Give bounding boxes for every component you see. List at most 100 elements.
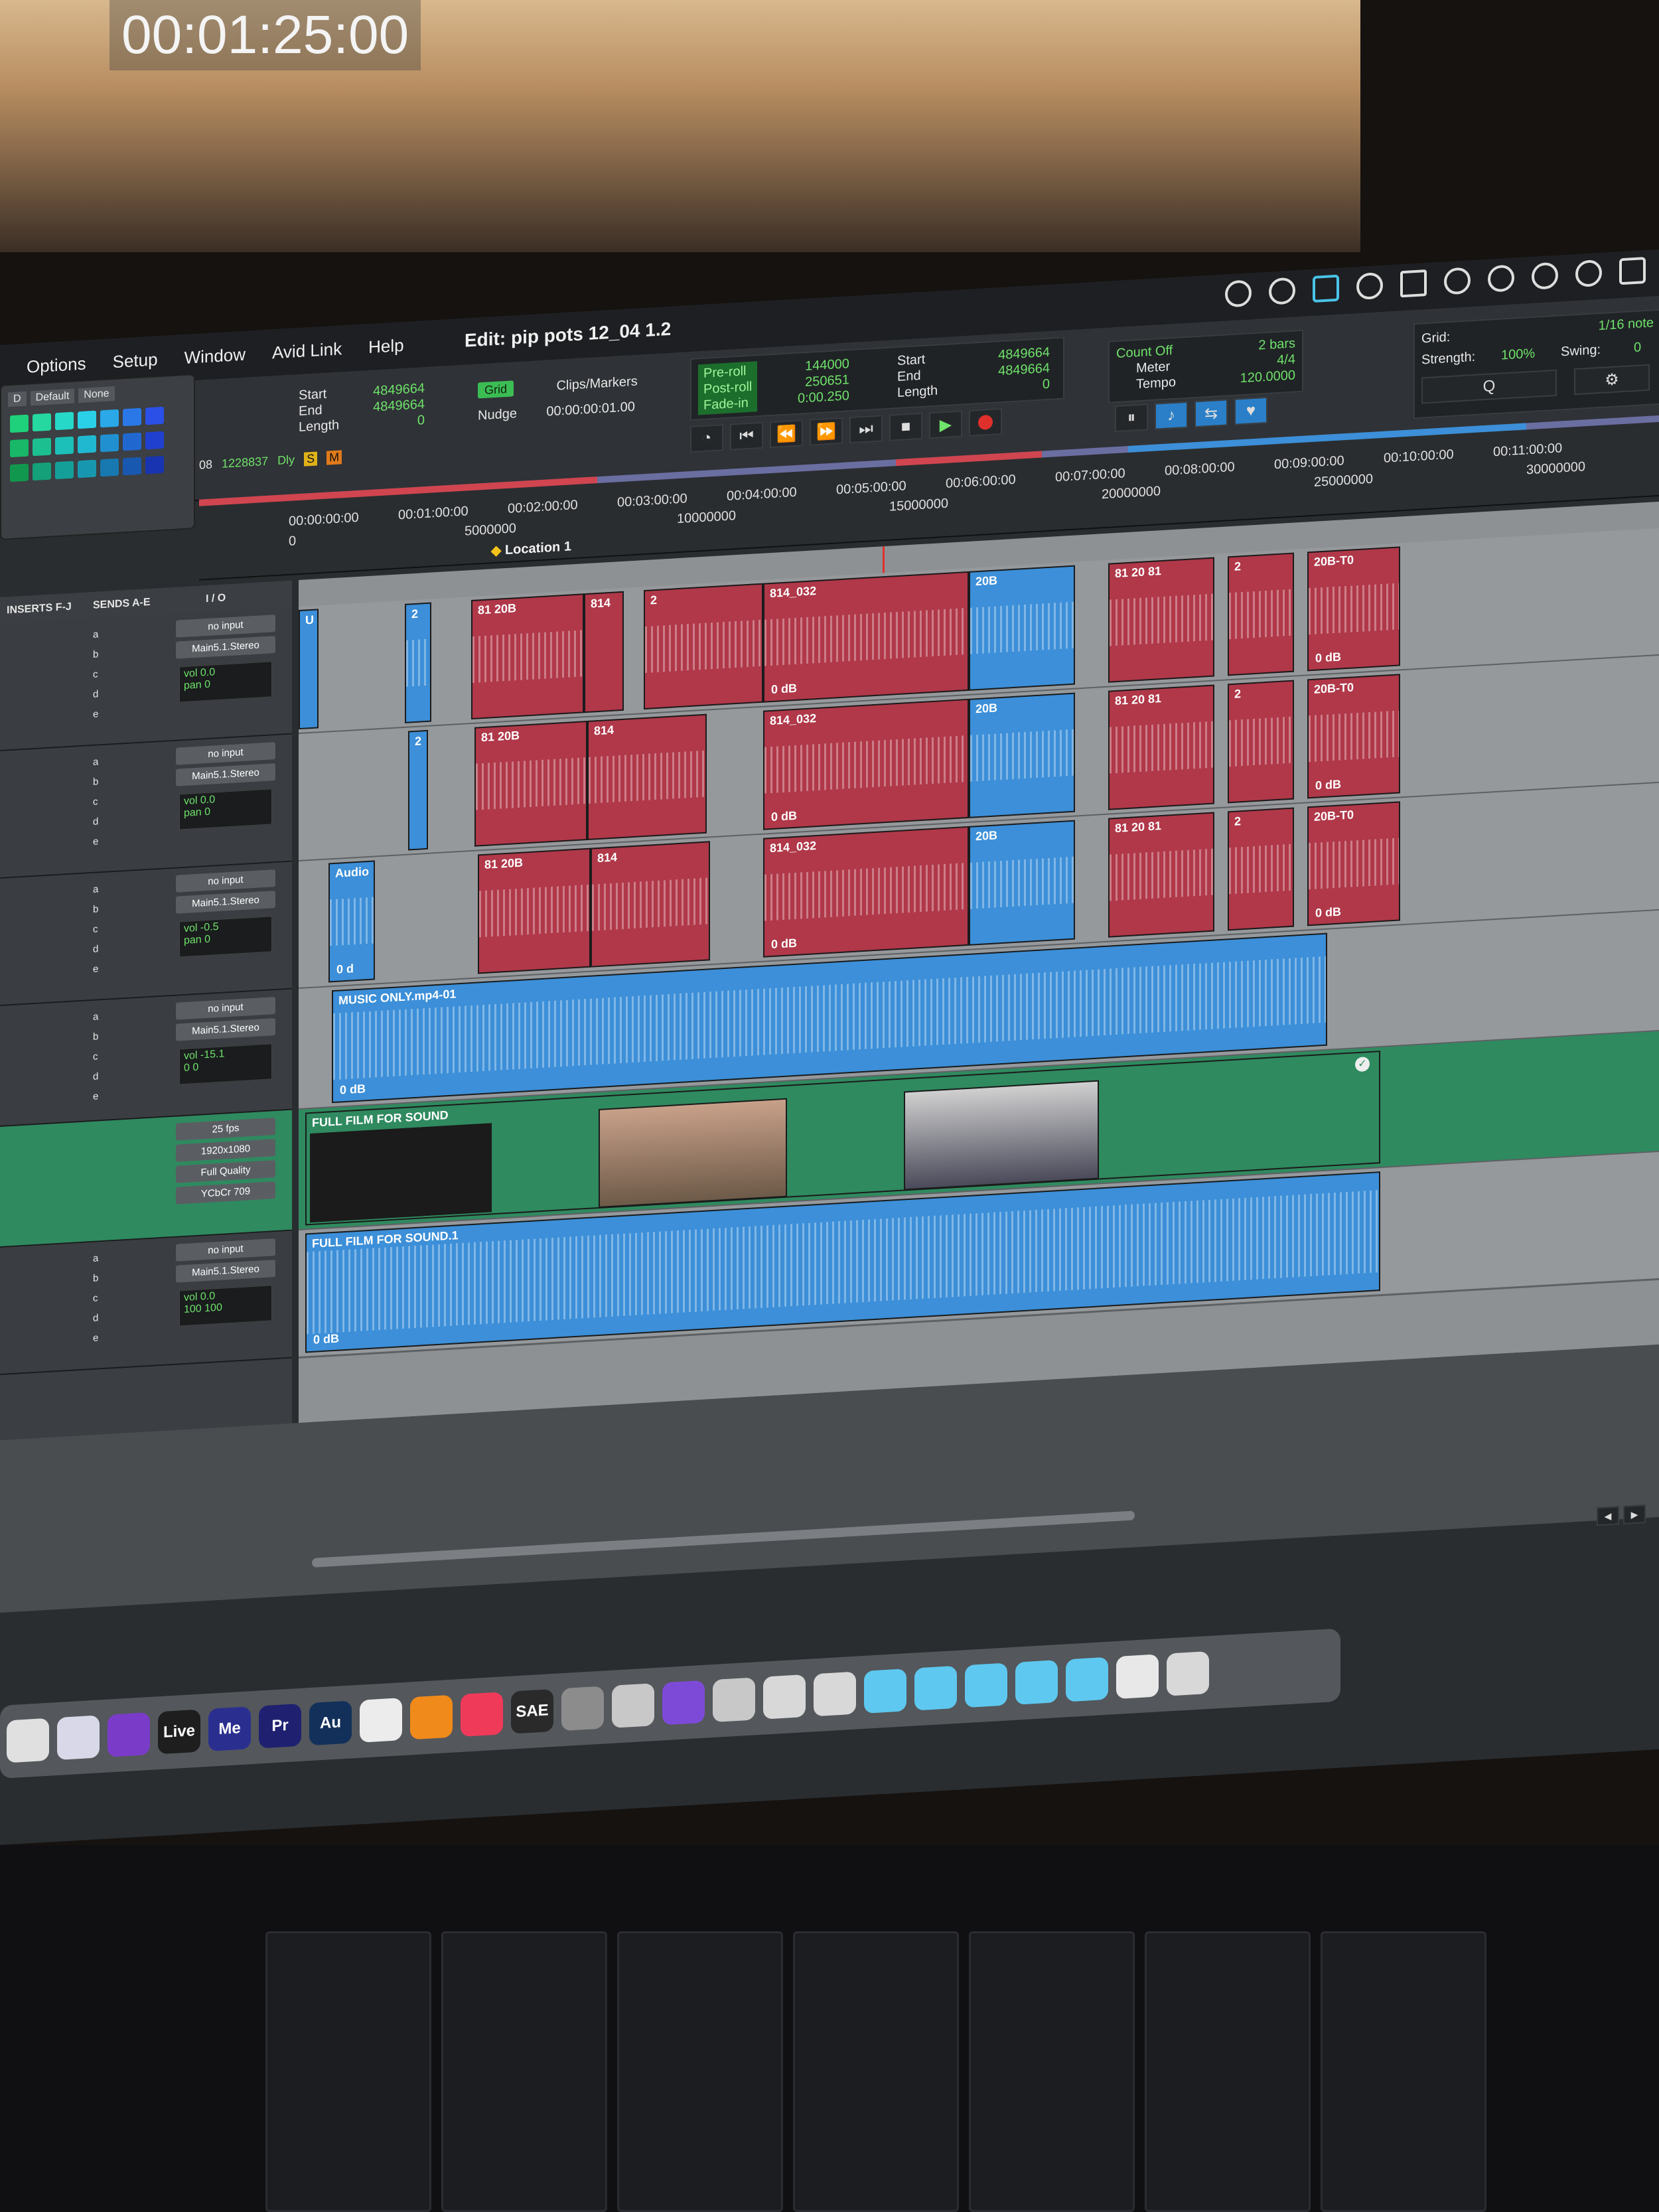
length-value[interactable]: 0: [417, 412, 425, 429]
pen-icon[interactable]: [1356, 271, 1383, 301]
palette-d-button[interactable]: D: [8, 391, 27, 407]
input-selector[interactable]: no input: [176, 997, 275, 1020]
vol-value[interactable]: 0.0: [200, 1290, 215, 1302]
online-icon[interactable]: ◔: [690, 424, 723, 453]
color-swatch[interactable]: [123, 432, 141, 451]
trash-icon[interactable]: [1167, 1651, 1209, 1696]
audio-clip[interactable]: 20B-T0 0 dB: [1307, 674, 1400, 799]
menu-setup[interactable]: Setup: [113, 349, 158, 372]
playhead-cursor[interactable]: [883, 546, 885, 573]
ua-console-icon[interactable]: [713, 1677, 755, 1723]
palette-none-button[interactable]: None: [78, 386, 115, 404]
purple-app-icon[interactable]: [662, 1680, 705, 1726]
vol-value[interactable]: 0.0: [200, 666, 215, 678]
frame-rate-selector[interactable]: 25 fps: [176, 1118, 275, 1141]
color-swatch[interactable]: [10, 439, 29, 458]
send-slot[interactable]: a: [93, 625, 98, 644]
screen-mirror-icon[interactable]: [1400, 269, 1427, 298]
metronome-icon[interactable]: ♪: [1155, 401, 1188, 430]
input-selector[interactable]: no input: [176, 615, 275, 638]
send-slot[interactable]: e: [93, 1086, 98, 1106]
audio-clip[interactable]: Audio 0 d: [328, 860, 375, 983]
menu-options[interactable]: Options: [27, 353, 86, 377]
send-slot[interactable]: a: [93, 1248, 98, 1268]
output-selector[interactable]: Main5.1.Stereo: [176, 636, 275, 659]
send-slot[interactable]: e: [93, 704, 98, 724]
color-swatch[interactable]: [100, 409, 119, 428]
transport-length-value[interactable]: 0: [983, 376, 1050, 396]
color-swatch[interactable]: [78, 459, 96, 479]
send-slot[interactable]: b: [93, 899, 98, 919]
input-selector[interactable]: no input: [176, 742, 275, 765]
tempo-value[interactable]: 120.0000: [1240, 367, 1295, 386]
launchpad-icon[interactable]: [57, 1715, 100, 1761]
palette-default-button[interactable]: Default: [30, 388, 75, 406]
wait-for-note-icon[interactable]: ⏸: [1115, 404, 1148, 433]
strength-value[interactable]: 100%: [1501, 346, 1535, 364]
audio-clip[interactable]: 20B-T0 0 dB: [1307, 801, 1400, 926]
clip-gain[interactable]: 0 dB: [1315, 777, 1341, 792]
send-slot[interactable]: d: [93, 684, 98, 704]
audio-clip[interactable]: 2: [1228, 552, 1294, 676]
send-slot[interactable]: c: [93, 1047, 98, 1067]
output-selector[interactable]: Main5.1.Stereo: [176, 1260, 275, 1283]
meter-value[interactable]: 4/4: [1277, 351, 1295, 368]
audition-icon[interactable]: Au: [309, 1700, 352, 1746]
system-settings-icon[interactable]: [561, 1686, 604, 1732]
send-slot[interactable]: b: [93, 1027, 98, 1047]
volume-icon[interactable]: [1488, 264, 1514, 293]
pan-value[interactable]: 0 0: [184, 1062, 198, 1074]
premiere-icon[interactable]: Pr: [259, 1703, 301, 1749]
creative-cloud-icon[interactable]: [1269, 277, 1295, 305]
sae-icon[interactable]: SAE: [511, 1688, 553, 1734]
quality-selector[interactable]: Full Quality: [176, 1160, 275, 1183]
audio-clip[interactable]: 81 20B: [471, 593, 584, 720]
audio-clip[interactable]: U: [299, 609, 319, 730]
send-slot[interactable]: c: [93, 919, 98, 939]
search-icon[interactable]: [1575, 259, 1602, 288]
volume-pan-readout[interactable]: vol -0.5 pan 0: [179, 916, 272, 958]
folder-icon[interactable]: [864, 1668, 906, 1714]
vol-value[interactable]: 0.0: [200, 794, 215, 806]
output-selector[interactable]: Main5.1.Stereo: [176, 763, 275, 786]
audio-clip[interactable]: 814_032 0 dB: [763, 571, 969, 703]
pan-value[interactable]: 0: [204, 806, 210, 818]
audio-clip[interactable]: 20B: [969, 820, 1075, 946]
clip-gain[interactable]: 0 dB: [1315, 905, 1341, 920]
audio-clip[interactable]: 2: [644, 583, 763, 710]
gear-icon[interactable]: ⚙: [1574, 364, 1650, 396]
output-selector[interactable]: Main5.1.Stereo: [176, 1018, 275, 1041]
color-swatch[interactable]: [145, 431, 164, 450]
color-swatch[interactable]: [123, 457, 141, 476]
color-swatch[interactable]: [100, 458, 119, 477]
audio-clip[interactable]: 814: [587, 713, 707, 840]
color-swatch[interactable]: [33, 437, 51, 457]
play-icon[interactable]: ▶: [929, 410, 962, 439]
audio-clip[interactable]: 20B: [969, 692, 1075, 818]
go-to-end-icon[interactable]: ⏭: [849, 415, 883, 444]
fadein-value[interactable]: 0:00.250: [798, 388, 849, 406]
preview-icon[interactable]: [814, 1671, 856, 1717]
color-swatch[interactable]: [55, 461, 74, 480]
fadein-label[interactable]: Fade-in: [703, 395, 752, 413]
media-encoder-icon[interactable]: Me: [208, 1706, 251, 1751]
audio-clip[interactable]: 81 20B: [474, 720, 587, 847]
volume-pan-readout[interactable]: vol 0.0 pan 0: [179, 661, 272, 703]
audio-clip[interactable]: 81 20 81: [1108, 684, 1214, 810]
ableton-live-icon[interactable]: Live: [158, 1709, 200, 1755]
color-swatch[interactable]: [10, 414, 29, 433]
bluetooth-icon[interactable]: [1444, 267, 1471, 295]
mute-button[interactable]: M: [326, 450, 342, 465]
audio-clip[interactable]: 814_032 0 dB: [763, 698, 969, 830]
audio-clip[interactable]: 2: [1228, 807, 1294, 931]
stop-icon[interactable]: ■: [889, 412, 922, 441]
menu-window[interactable]: Window: [184, 344, 246, 368]
location-marker[interactable]: ◆ Location 1: [491, 538, 571, 559]
ua-connect-icon[interactable]: [612, 1683, 654, 1728]
color-space-selector[interactable]: YCbCr 709: [176, 1181, 275, 1205]
pan-value[interactable]: 0: [204, 934, 210, 946]
send-slot[interactable]: a: [93, 1007, 98, 1027]
send-slot[interactable]: b: [93, 772, 98, 792]
audio-clip[interactable]: 2: [1228, 680, 1294, 804]
clip-gain[interactable]: 0 dB: [1315, 650, 1341, 665]
